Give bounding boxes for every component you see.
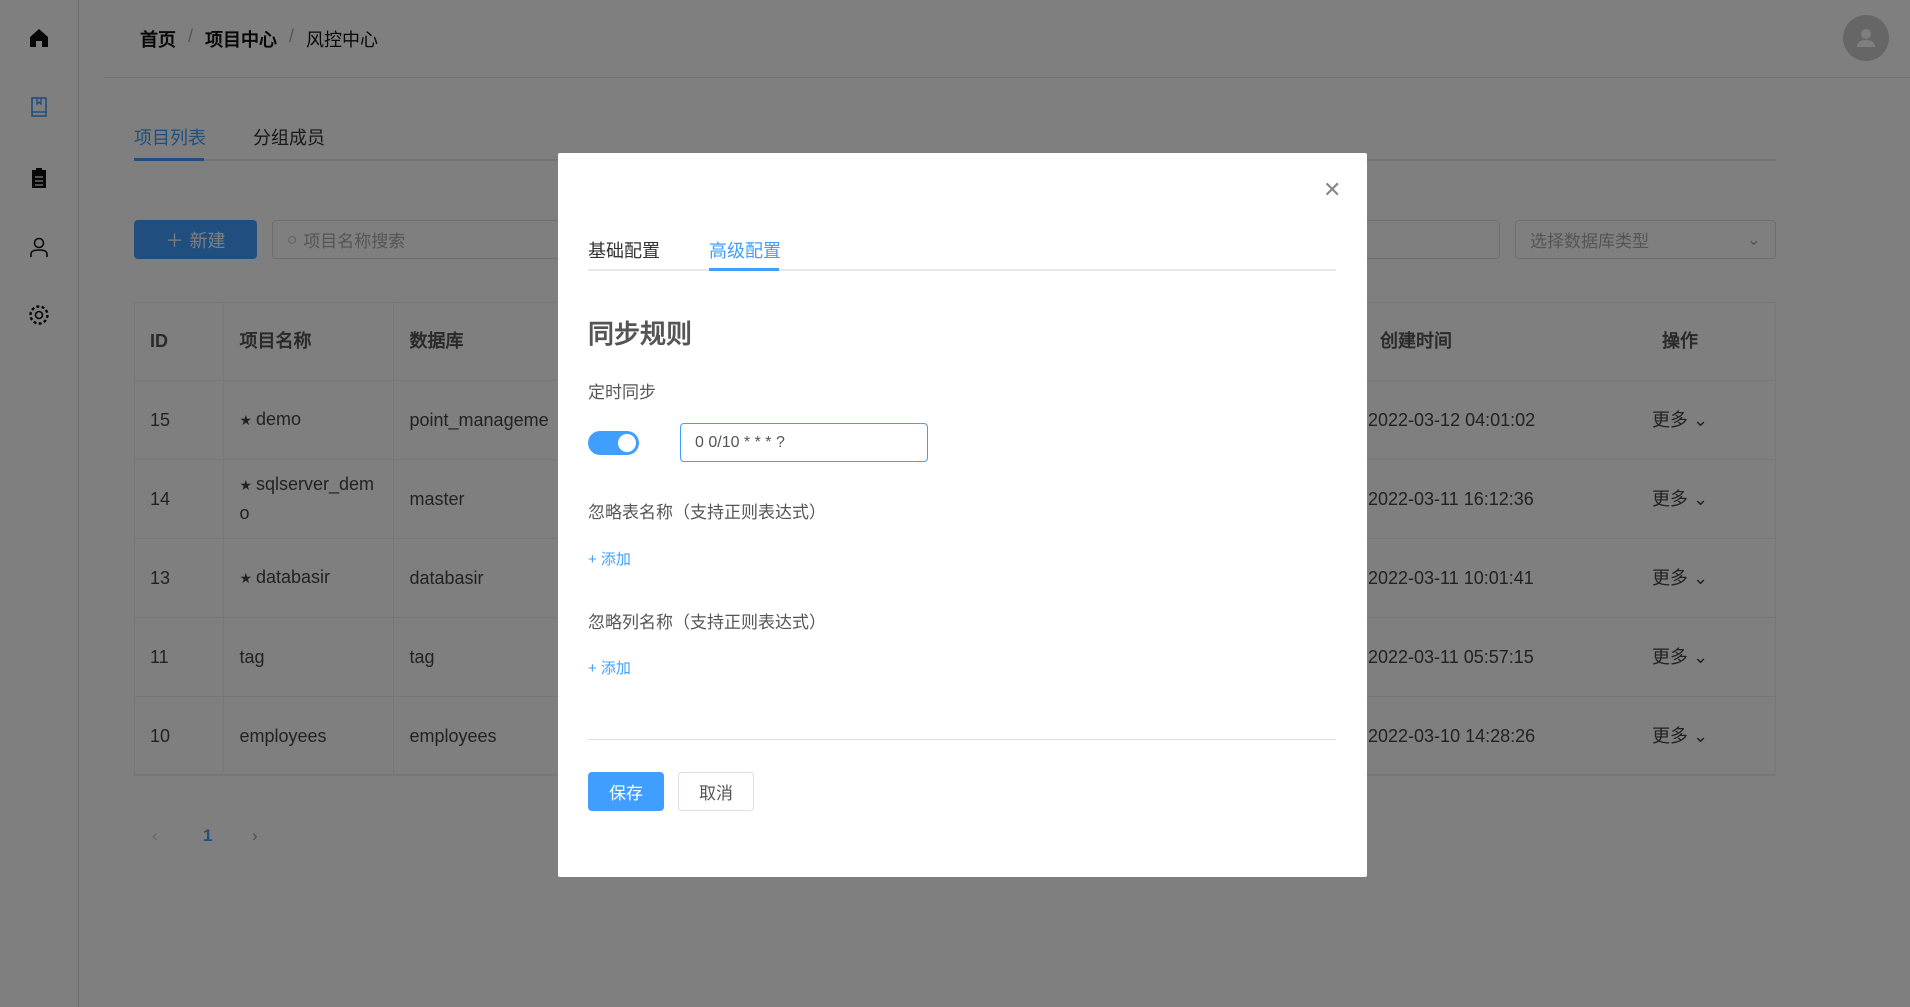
ignore-column-label: 忽略列名称（支持正则表达式） xyxy=(588,613,826,632)
save-button[interactable]: 保存 xyxy=(588,772,664,811)
ignore-table-label: 忽略表名称（支持正则表达式） xyxy=(588,503,826,522)
advanced-config-modal: ✕ 基础配置 高级配置 同步规则 定时同步 0 0/10 * * * ? 忽略表… xyxy=(558,153,1367,877)
tab-basic-config[interactable]: 基础配置 xyxy=(588,237,660,263)
modal-tabs-divider xyxy=(588,269,1336,271)
modal-footer-divider xyxy=(588,739,1336,740)
active-tab-indicator xyxy=(709,268,779,271)
cancel-button[interactable]: 取消 xyxy=(678,772,754,811)
schedule-label: 定时同步 xyxy=(588,383,656,402)
add-ignore-column-button[interactable]: + 添加 xyxy=(588,657,631,678)
section-title: 同步规则 xyxy=(588,319,693,349)
schedule-toggle[interactable] xyxy=(588,431,639,455)
close-icon[interactable]: ✕ xyxy=(1323,177,1341,203)
cron-input[interactable]: 0 0/10 * * * ? xyxy=(680,423,928,462)
add-ignore-table-button[interactable]: + 添加 xyxy=(588,548,631,569)
tab-advanced-config[interactable]: 高级配置 xyxy=(709,237,781,263)
